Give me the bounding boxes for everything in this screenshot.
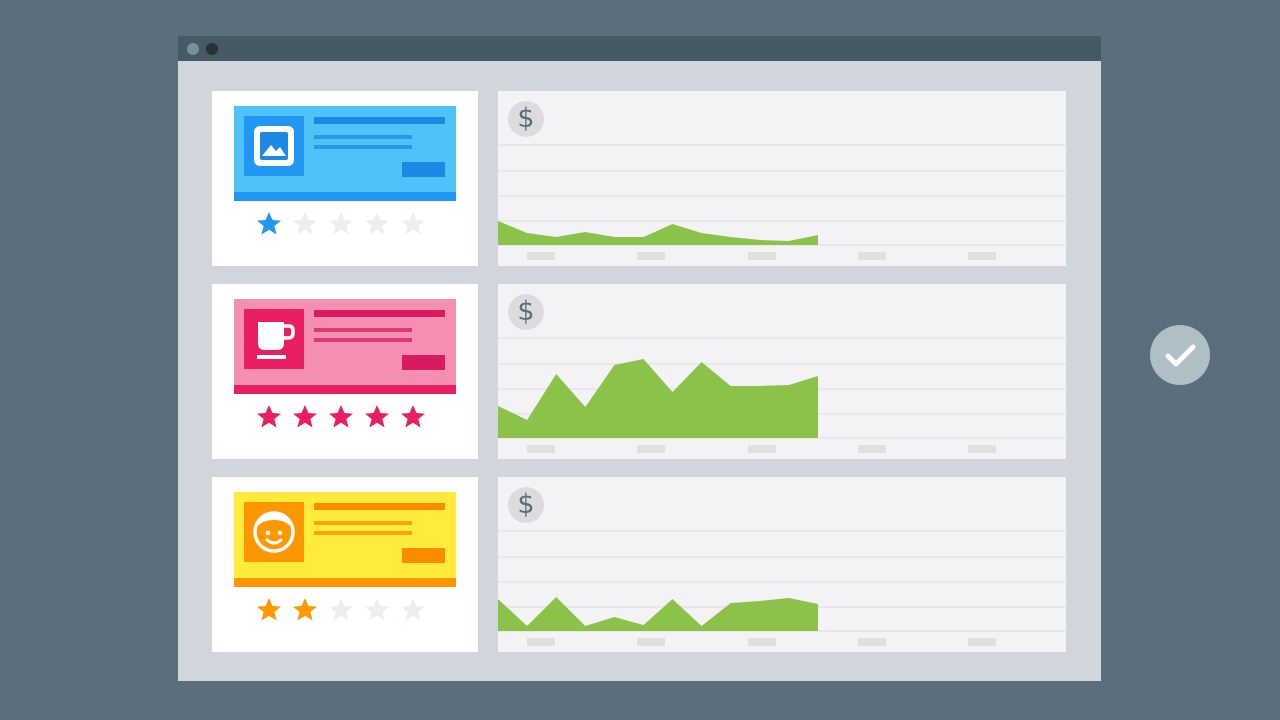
revenue-area-series xyxy=(498,597,818,631)
card-footer-strip xyxy=(234,192,456,201)
x-tick-placeholder xyxy=(527,638,555,646)
window-minimize-dot[interactable] xyxy=(206,43,218,55)
revenue-area-series xyxy=(498,359,818,438)
card-action-button[interactable] xyxy=(402,162,445,177)
product-card[interactable] xyxy=(234,299,456,394)
card-footer-strip xyxy=(234,385,456,394)
text-placeholder-line xyxy=(314,521,412,525)
x-tick-placeholder xyxy=(527,445,555,453)
text-placeholder-line xyxy=(314,328,412,332)
star-filled-icon[interactable] xyxy=(362,402,392,432)
window-close-dot[interactable] xyxy=(187,43,199,55)
card-action-button[interactable] xyxy=(402,548,445,563)
x-tick-placeholder xyxy=(637,638,665,646)
text-placeholder-line xyxy=(314,145,412,149)
x-tick-placeholder xyxy=(527,252,555,260)
revenue-chart: $ xyxy=(498,284,1066,459)
star-filled-icon[interactable] xyxy=(326,402,356,432)
product-thumbnail xyxy=(244,502,304,562)
text-placeholder-line xyxy=(314,310,445,317)
text-placeholder-line xyxy=(314,531,412,535)
checkmark-icon xyxy=(1165,344,1196,367)
image-icon xyxy=(254,126,294,166)
x-tick-placeholder xyxy=(637,252,665,260)
text-placeholder-line xyxy=(314,503,445,510)
revenue-chart-svg xyxy=(498,530,1066,646)
star-empty-icon[interactable] xyxy=(398,595,428,625)
product-panel[interactable] xyxy=(212,91,478,266)
star-filled-icon[interactable] xyxy=(254,209,284,239)
star-empty-icon[interactable] xyxy=(362,595,392,625)
x-tick-placeholder xyxy=(858,638,886,646)
text-placeholder-line xyxy=(314,338,412,342)
revenue-chart-svg xyxy=(498,337,1066,453)
revenue-chart-svg xyxy=(498,144,1066,260)
text-placeholder-line xyxy=(314,117,445,124)
star-empty-icon[interactable] xyxy=(290,209,320,239)
product-card[interactable] xyxy=(234,492,456,587)
star-rating[interactable] xyxy=(254,595,444,631)
revenue-chart: $ xyxy=(498,91,1066,266)
star-filled-icon[interactable] xyxy=(254,595,284,625)
star-empty-icon[interactable] xyxy=(362,209,392,239)
approved-badge xyxy=(1150,325,1210,385)
x-tick-placeholder xyxy=(968,445,996,453)
x-tick-placeholder xyxy=(637,445,665,453)
x-tick-placeholder xyxy=(858,445,886,453)
x-tick-placeholder xyxy=(858,252,886,260)
browser-window: $ $ $ xyxy=(178,36,1101,681)
star-filled-icon[interactable] xyxy=(290,595,320,625)
dollar-icon: $ xyxy=(508,487,544,523)
star-empty-icon[interactable] xyxy=(326,595,356,625)
star-rating[interactable] xyxy=(254,209,444,245)
product-panel[interactable] xyxy=(212,284,478,459)
revenue-chart: $ xyxy=(498,477,1066,652)
text-placeholder-line xyxy=(314,135,412,139)
face-icon xyxy=(253,511,295,553)
x-tick-placeholder xyxy=(968,252,996,260)
x-tick-placeholder xyxy=(748,638,776,646)
window-titlebar xyxy=(178,36,1101,61)
star-filled-icon[interactable] xyxy=(254,402,284,432)
star-empty-icon[interactable] xyxy=(326,209,356,239)
dollar-icon: $ xyxy=(508,294,544,330)
star-filled-icon[interactable] xyxy=(398,402,428,432)
cup-icon xyxy=(257,322,295,359)
card-action-button[interactable] xyxy=(402,355,445,370)
star-empty-icon[interactable] xyxy=(398,209,428,239)
product-card[interactable] xyxy=(234,106,456,201)
x-tick-placeholder xyxy=(748,252,776,260)
product-thumbnail xyxy=(244,116,304,176)
revenue-area-series xyxy=(498,221,818,245)
x-tick-placeholder xyxy=(968,638,996,646)
dollar-icon: $ xyxy=(508,101,544,137)
x-tick-placeholder xyxy=(748,445,776,453)
star-filled-icon[interactable] xyxy=(290,402,320,432)
product-thumbnail xyxy=(244,309,304,369)
product-panel[interactable] xyxy=(212,477,478,652)
star-rating[interactable] xyxy=(254,402,444,438)
card-footer-strip xyxy=(234,578,456,587)
